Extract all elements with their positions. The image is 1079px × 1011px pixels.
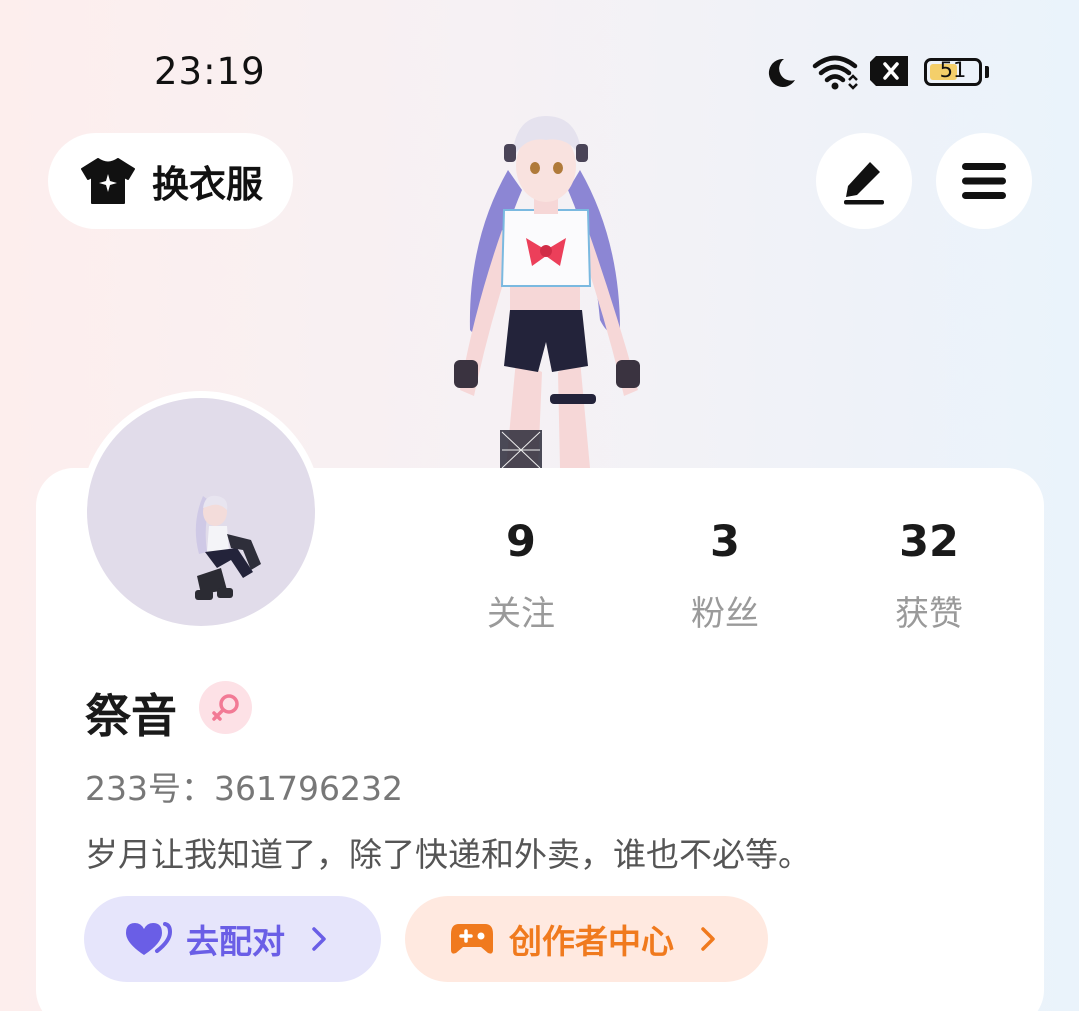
stat-value: 3 <box>710 517 740 567</box>
stat-following[interactable]: 9 关注 <box>421 521 621 635</box>
menu-button[interactable] <box>936 133 1032 229</box>
edit-profile-button[interactable] <box>816 133 912 229</box>
shirt-icon <box>81 158 135 204</box>
battery-icon: 51 <box>924 58 982 86</box>
stat-value: 9 <box>506 517 536 567</box>
heart-icon <box>126 922 172 955</box>
avatar-figure <box>195 495 261 600</box>
avatar[interactable] <box>80 391 322 633</box>
pen-icon <box>844 162 884 205</box>
female-icon <box>211 693 239 721</box>
stat-followers[interactable]: 3 粉丝 <box>625 521 825 635</box>
wifi-icon <box>812 55 858 90</box>
stat-label: 关注 <box>487 594 555 634</box>
change-outfit-label: 换衣服 <box>152 163 263 206</box>
creator-center-button[interactable]: 创作者中心 <box>405 896 768 982</box>
user-bio: 岁月让我知道了，除了快递和外卖，谁也不必等。 <box>85 835 811 874</box>
status-time: 23:19 <box>154 50 266 93</box>
moon-icon <box>768 58 795 87</box>
gender-badge <box>199 681 252 734</box>
gamepad-icon <box>451 924 493 954</box>
battery-level: 51 <box>939 58 967 82</box>
chevron-right-icon <box>701 927 715 951</box>
stat-likes[interactable]: 32 获赞 <box>829 521 1029 635</box>
match-label: 去配对 <box>186 922 285 961</box>
creator-center-label: 创作者中心 <box>509 922 674 961</box>
username: 祭音 <box>85 689 177 743</box>
match-button[interactable]: 去配对 <box>84 896 381 982</box>
sim-off-icon <box>870 56 908 86</box>
hamburger-icon <box>962 163 1006 199</box>
chevron-right-icon <box>312 927 326 951</box>
stat-label: 获赞 <box>895 594 963 634</box>
stat-label: 粉丝 <box>691 594 759 634</box>
change-outfit-button[interactable]: 换衣服 <box>48 133 293 229</box>
user-id: 233号：361796232 <box>85 769 403 808</box>
stat-value: 32 <box>899 517 959 567</box>
avatar-character <box>454 116 640 470</box>
